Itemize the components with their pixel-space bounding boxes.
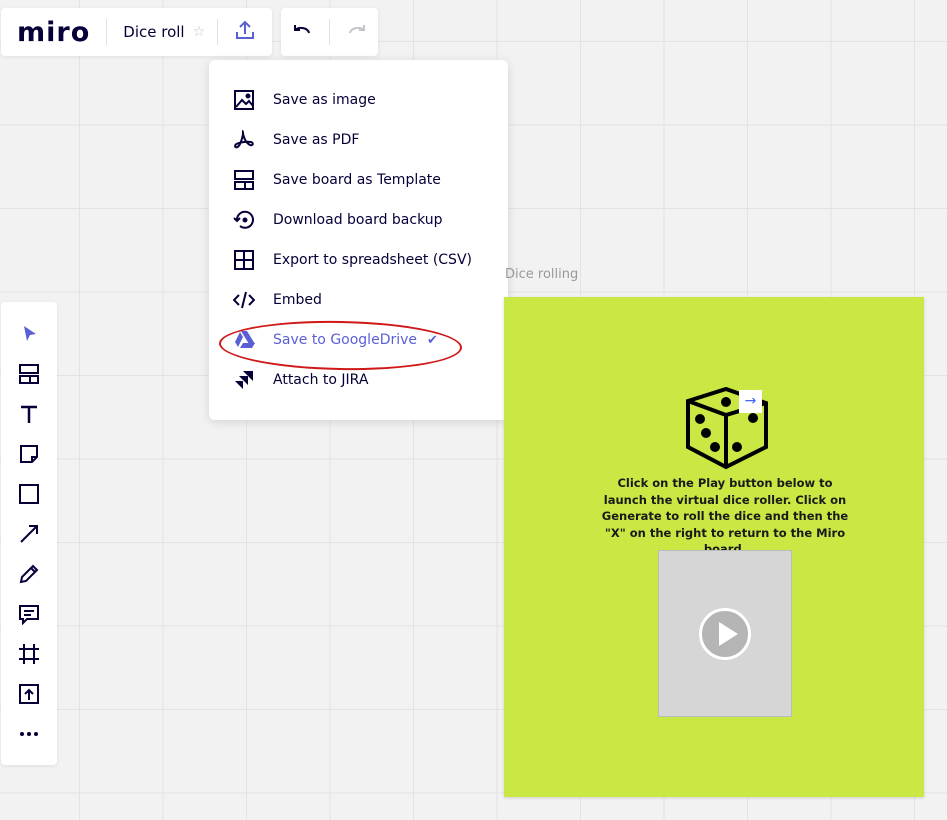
template-icon [19,364,39,384]
tool-text[interactable] [1,394,57,434]
left-toolbar [1,302,57,765]
divider [328,19,330,45]
menu-item-save-template[interactable]: Save board as Template [209,160,508,200]
arrow-right-icon[interactable]: → [739,390,762,413]
upload-icon [19,684,39,704]
sticky-note-icon [20,445,38,463]
comment-icon [19,605,39,625]
jira-icon [235,371,253,389]
dice-rolling-frame[interactable]: → Click on the Play button below to laun… [504,297,924,797]
rectangle-icon [19,484,39,504]
board-title[interactable]: Dice roll [123,23,184,41]
tool-shape[interactable] [1,474,57,514]
cursor-icon [24,326,36,341]
tool-comment[interactable] [1,594,57,634]
play-button[interactable] [699,608,751,660]
backup-icon [233,210,254,229]
tool-upload[interactable] [1,674,57,714]
tool-pen[interactable] [1,554,57,594]
tool-frame[interactable] [1,634,57,674]
pdf-icon [233,130,254,149]
image-icon [234,90,254,110]
more-icon [20,732,38,736]
arrow-line-icon [20,525,38,543]
divider [217,19,219,45]
redo-icon[interactable] [347,19,369,45]
menu-item-embed[interactable]: Embed [209,280,508,320]
tool-sticky-note[interactable] [1,434,57,474]
pen-icon [19,564,39,584]
undo-icon[interactable] [290,19,312,45]
text-icon [21,405,37,423]
frame-description: Click on the Play button below to launch… [601,476,849,556]
menu-item-download-backup[interactable]: Download board backup [209,200,508,240]
menu-item-export-csv[interactable]: Export to spreadsheet (CSV) [209,240,508,280]
divider [106,19,108,45]
undo-redo-panel [281,8,378,56]
star-icon[interactable]: ☆ [193,24,206,40]
miro-logo[interactable]: miro [17,17,90,48]
tool-line[interactable] [1,514,57,554]
top-bar: miro Dice roll ☆ [1,8,272,56]
tool-more[interactable] [1,714,57,754]
export-icon[interactable] [234,19,256,45]
template-icon [234,170,254,190]
frame-icon [19,644,39,664]
code-icon [233,291,255,309]
menu-item-save-image[interactable]: Save as image [209,80,508,120]
menu-item-save-pdf[interactable]: Save as PDF [209,120,508,160]
frame-label[interactable]: Dice rolling [505,267,578,282]
tool-templates[interactable] [1,354,57,394]
table-icon [234,250,254,270]
embedded-dice-roller[interactable] [658,550,792,717]
tool-select[interactable] [1,314,57,354]
